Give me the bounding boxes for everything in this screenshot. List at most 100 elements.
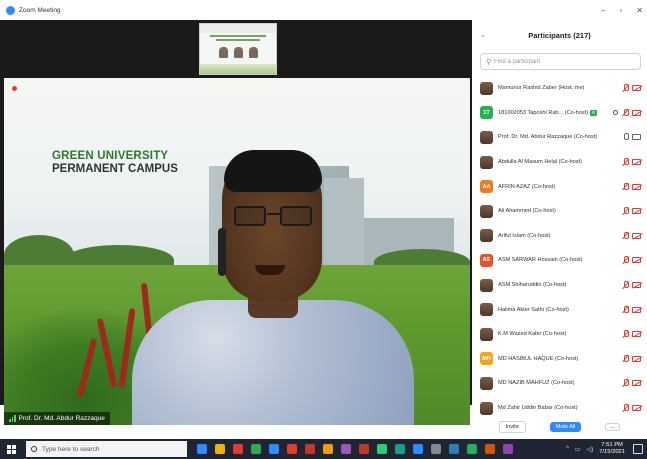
taskbar-app-icon[interactable] xyxy=(251,444,261,454)
video-off-icon xyxy=(632,355,641,362)
taskbar-app-icon[interactable] xyxy=(503,444,513,454)
participant-row[interactable]: Prof. Dr. Md. Abdur Razzaque (Co-host) xyxy=(472,125,647,150)
participant-badge: R xyxy=(590,109,598,116)
mic-muted-icon[interactable] xyxy=(622,281,629,289)
glasses-lens xyxy=(234,206,266,226)
participant-row[interactable]: MD NAZIB MAHFUZ (Co-host) xyxy=(472,371,647,396)
glasses-bridge xyxy=(267,213,281,215)
speaker-name-tag: Prof. Dr. Md. Abdur Razzaque xyxy=(4,412,110,425)
speaker-icon[interactable]: ◁) xyxy=(587,446,594,453)
spotlight-icon xyxy=(613,110,618,116)
video-off-icon xyxy=(632,159,641,166)
mic-icon[interactable] xyxy=(622,133,629,141)
active-speaker-video[interactable]: GREEN UNIVERSITY PERMANENT CAMPUS Prof. … xyxy=(4,78,470,425)
mic-muted-icon[interactable] xyxy=(622,182,629,191)
zoom-app-icon xyxy=(6,5,15,15)
mic-muted-icon[interactable] xyxy=(622,256,629,264)
mic-muted-icon[interactable] xyxy=(622,84,629,92)
mic-muted-icon[interactable] xyxy=(622,330,629,338)
participant-row[interactable]: AS ASM SARWAR Hossain (Co-host) xyxy=(472,248,647,273)
notification-icon[interactable] xyxy=(633,444,643,454)
taskbar-search[interactable]: Type here to search xyxy=(26,441,187,457)
clock[interactable]: 7:51 PM 7/15/2021 xyxy=(599,442,625,456)
avatar: MH xyxy=(480,352,493,366)
system-tray: ^ ▭ ◁) 7:51 PM 7/15/2021 xyxy=(566,439,625,459)
participant-row[interactable]: MH MD HASIBUL HAQUE (Co-host) xyxy=(472,347,647,372)
mic-muted-icon[interactable] xyxy=(622,379,629,387)
video-off-icon xyxy=(632,331,641,338)
participant-status-icons xyxy=(622,150,641,175)
network-icon[interactable]: ▭ xyxy=(575,446,581,453)
participants-header: ⌄ Participants (217) xyxy=(472,20,647,50)
taskbar-search-placeholder: Type here to search xyxy=(42,445,100,453)
participant-row[interactable]: Halima Akter Sathi (Co-host) xyxy=(472,297,647,322)
speaker-name: Prof. Dr. Md. Abdur Razzaque xyxy=(18,415,105,422)
participant-row[interactable]: Mamunur Rashid Zaber (Host, me) xyxy=(472,76,647,101)
participant-search[interactable]: ⚲ xyxy=(480,53,641,70)
taskbar-app-icon[interactable] xyxy=(413,444,423,454)
close-button[interactable]: ✕ xyxy=(636,6,643,15)
mic-muted-icon[interactable] xyxy=(622,354,629,363)
thumbnail-person xyxy=(248,47,258,58)
video-off-icon xyxy=(632,109,641,116)
taskbar-app-icon[interactable] xyxy=(305,444,315,454)
taskbar-app-icon[interactable] xyxy=(377,444,387,454)
participant-status-icons xyxy=(622,347,641,372)
speaker-headset xyxy=(218,228,226,276)
shared-screen-thumbnail[interactable] xyxy=(199,23,277,75)
participant-name: 181002053 Taposhi Rab... (Co-host) xyxy=(498,109,589,116)
participant-status-icons xyxy=(622,76,641,101)
mic-muted-icon[interactable] xyxy=(622,108,629,117)
minimize-button[interactable]: – xyxy=(601,6,605,15)
participant-name: Mamunur Rashid Zaber (Host, me) xyxy=(498,85,585,92)
taskbar-app-icon[interactable] xyxy=(269,444,279,454)
thumbnail-header xyxy=(200,24,276,33)
mic-muted-icon[interactable] xyxy=(622,231,629,240)
participant-name: Ali Ahammed (Co-host) xyxy=(498,208,556,215)
window-title: Zoom Meeting xyxy=(19,6,61,14)
mic-muted-icon[interactable] xyxy=(622,207,629,215)
participant-row[interactable]: 1T 181002053 Taposhi Rab... (Co-host) R xyxy=(472,101,647,126)
mic-muted-icon[interactable] xyxy=(622,158,629,166)
mic-muted-icon[interactable] xyxy=(622,305,629,314)
taskbar-app-icon[interactable] xyxy=(341,444,351,454)
video-off-icon xyxy=(632,306,641,313)
avatar: AS xyxy=(480,253,493,267)
taskbar-app-icon[interactable] xyxy=(485,444,495,454)
participant-status-icons xyxy=(613,101,641,126)
invite-button[interactable]: Invite xyxy=(498,421,526,433)
taskbar-app-icon[interactable] xyxy=(395,444,405,454)
more-button[interactable]: ... xyxy=(605,423,621,431)
participant-row[interactable]: Ali Ahammed (Co-host) xyxy=(472,199,647,224)
participant-row[interactable]: AA AFRIN AZAZ (Co-host) xyxy=(472,174,647,199)
participant-row[interactable]: K.M Wazed Kabir (Co-host) xyxy=(472,322,647,347)
taskbar-app-icon[interactable] xyxy=(449,444,459,454)
thumbnail-person xyxy=(233,47,243,58)
taskbar-app-icon[interactable] xyxy=(197,444,207,454)
taskbar-app-icon[interactable] xyxy=(467,444,477,454)
chevron-up-icon[interactable]: ^ xyxy=(566,446,569,452)
participant-row[interactable]: ASM Shiharuddin (Co-host) xyxy=(472,273,647,298)
participant-row[interactable]: Ariful Islam (Co-host) xyxy=(472,224,647,249)
window-controls: – ▫ ✕ xyxy=(601,0,643,20)
chevron-down-icon[interactable]: ⌄ xyxy=(480,31,486,39)
participant-row[interactable]: Abdulla Al Masum Helal (Co-host) xyxy=(472,150,647,175)
taskbar-app-icon[interactable] xyxy=(359,444,369,454)
taskbar-app-icon[interactable] xyxy=(431,444,441,454)
start-button[interactable] xyxy=(0,439,22,459)
glasses-lens xyxy=(280,206,312,226)
participants-title: Participants (217) xyxy=(528,30,591,40)
avatar xyxy=(480,155,493,169)
taskbar-app-icon[interactable] xyxy=(287,444,297,454)
mic-muted-icon[interactable] xyxy=(622,404,629,412)
participant-status-icons xyxy=(622,297,641,322)
restore-button[interactable]: ▫ xyxy=(619,6,622,15)
taskbar-app-icon[interactable] xyxy=(215,444,225,454)
recording-indicator-icon xyxy=(11,85,18,92)
mute-all-button[interactable]: Mute All xyxy=(549,422,582,432)
avatar xyxy=(480,327,493,341)
taskbar-app-icon[interactable] xyxy=(233,444,243,454)
participant-search-input[interactable] xyxy=(494,58,630,65)
taskbar-app-icon[interactable] xyxy=(323,444,333,454)
search-icon xyxy=(31,446,37,452)
